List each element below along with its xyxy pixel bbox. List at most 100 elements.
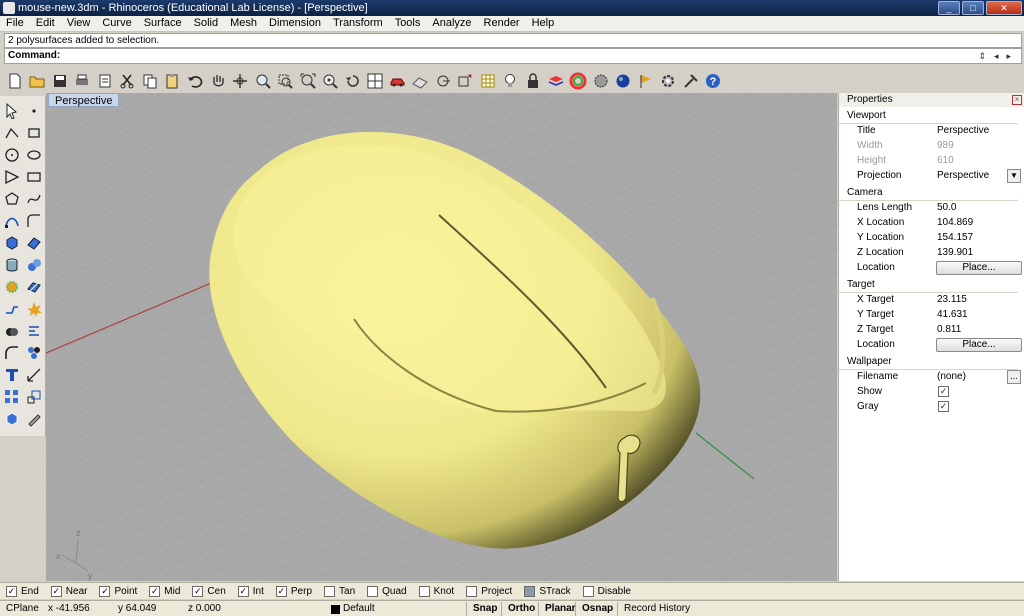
osnap-checkbox[interactable] — [466, 585, 478, 597]
analyze-icon[interactable] — [23, 408, 45, 429]
perspective-viewport[interactable]: z x y Perspective — [46, 93, 837, 581]
dimension-icon[interactable] — [23, 364, 45, 385]
extrude-surface-icon[interactable] — [23, 276, 45, 297]
blend-icon[interactable] — [1, 298, 23, 319]
menu-mesh[interactable]: Mesh — [224, 16, 263, 31]
cylinder-icon[interactable] — [1, 254, 23, 275]
osnap-point[interactable]: ✓ Point — [99, 585, 137, 597]
minimize-button[interactable]: _ — [938, 1, 960, 15]
render-sphere-icon[interactable] — [612, 70, 634, 92]
menu-solid[interactable]: Solid — [188, 16, 224, 31]
car-icon[interactable] — [387, 70, 409, 92]
ortho-toggle[interactable]: Ortho — [501, 602, 541, 616]
lock-icon[interactable] — [522, 70, 544, 92]
array-icon[interactable] — [1, 386, 23, 407]
camera-icon[interactable] — [432, 70, 454, 92]
target-place-button[interactable]: Place... — [936, 338, 1022, 352]
paste-icon[interactable] — [162, 70, 184, 92]
circle-icon[interactable] — [1, 144, 23, 165]
cplane-label[interactable]: CPlane — [6, 603, 39, 614]
osnap-near[interactable]: ✓ Near — [50, 585, 87, 597]
options-gear-icon[interactable] — [657, 70, 679, 92]
snap-grid-icon[interactable] — [477, 70, 499, 92]
named-views-icon[interactable] — [410, 70, 432, 92]
osnap-checkbox[interactable] — [582, 585, 594, 597]
ellipse-icon[interactable] — [23, 144, 45, 165]
osnap-checkbox[interactable]: ✓ — [99, 585, 111, 597]
menu-file[interactable]: File — [0, 16, 30, 31]
osnap-checkbox[interactable] — [367, 585, 379, 597]
record-history-toggle[interactable]: Record History — [617, 602, 696, 616]
menu-analyze[interactable]: Analyze — [426, 16, 477, 31]
rotate-view-icon[interactable] — [229, 70, 251, 92]
osnap-checkbox[interactable]: ✓ — [149, 585, 161, 597]
lens-length-field[interactable]: 50.0 — [937, 202, 956, 213]
color-wheel-icon[interactable] — [567, 70, 589, 92]
mesh-box-icon[interactable] — [1, 408, 23, 429]
x-location-field[interactable]: 104.869 — [937, 217, 973, 228]
osnap-strack[interactable]: STrack — [524, 585, 571, 597]
menu-view[interactable]: View — [61, 16, 97, 31]
open-folder-icon[interactable] — [27, 70, 49, 92]
menu-transform[interactable]: Transform — [327, 16, 389, 31]
sphere-group-icon[interactable] — [23, 254, 45, 275]
menu-tools[interactable]: Tools — [389, 16, 427, 31]
osnap-checkbox[interactable]: ✓ — [192, 585, 204, 597]
print-icon[interactable] — [72, 70, 94, 92]
menu-edit[interactable]: Edit — [30, 16, 61, 31]
box-solid-icon[interactable] — [1, 232, 23, 253]
osnap-perp[interactable]: ✓ Perp — [275, 585, 312, 597]
osnap-checkbox[interactable]: ✓ — [50, 585, 62, 597]
undo-icon[interactable] — [184, 70, 206, 92]
viewport-title-tab[interactable]: Perspective — [48, 93, 120, 107]
osnap-cen[interactable]: ✓ Cen — [192, 585, 226, 597]
scale-icon[interactable] — [23, 386, 45, 407]
zoom-icon[interactable] — [252, 70, 274, 92]
freeform-curve-icon[interactable] — [23, 188, 45, 209]
osnap-project[interactable]: Project — [466, 585, 512, 597]
gear-solid-icon[interactable] — [1, 276, 23, 297]
camera-place-button[interactable]: Place... — [936, 261, 1022, 275]
y-target-field[interactable]: 41.631 — [937, 309, 968, 320]
osnap-checkbox[interactable] — [324, 585, 336, 597]
new-file-icon[interactable] — [4, 70, 26, 92]
x-target-field[interactable]: 23.115 — [937, 294, 967, 305]
osnap-checkbox[interactable] — [524, 585, 536, 597]
split-icon[interactable] — [23, 320, 45, 341]
osnap-knot[interactable]: Knot — [418, 585, 454, 597]
wallpaper-gray-checkbox[interactable]: ✓ — [938, 401, 949, 412]
zoom-window-icon[interactable] — [274, 70, 296, 92]
cplane-icon[interactable] — [455, 70, 477, 92]
projection-select[interactable]: Perspective — [937, 170, 989, 181]
curve-edit-icon[interactable] — [1, 210, 23, 231]
menu-render[interactable]: Render — [478, 16, 526, 31]
browse-wallpaper-button[interactable]: ... — [1007, 370, 1021, 384]
boolean-union-icon[interactable] — [1, 320, 23, 341]
select-arrow-icon[interactable] — [1, 100, 23, 121]
prop-value-title[interactable]: Perspective — [937, 125, 989, 136]
zoom-selected-icon[interactable] — [319, 70, 341, 92]
arc-icon[interactable] — [1, 166, 23, 187]
tools-icon[interactable] — [680, 70, 702, 92]
osnap-disable[interactable]: Disable — [582, 585, 631, 597]
osnap-checkbox[interactable] — [418, 585, 430, 597]
four-viewports-icon[interactable] — [365, 70, 387, 92]
help-icon[interactable]: ? — [702, 70, 724, 92]
text-object-icon[interactable] — [1, 364, 23, 385]
osnap-checkbox[interactable]: ✓ — [275, 585, 287, 597]
polygon-icon[interactable] — [1, 188, 23, 209]
history-scroll-arrows[interactable]: ⇕◂▸ — [978, 49, 1019, 63]
shaded-display-icon[interactable] — [590, 70, 612, 92]
close-panel-icon[interactable]: × — [1012, 95, 1022, 105]
layers-icon[interactable] — [545, 70, 567, 92]
copy-icon[interactable] — [139, 70, 161, 92]
explode-icon[interactable] — [23, 298, 45, 319]
menu-curve[interactable]: Curve — [96, 16, 137, 31]
wallpaper-show-checkbox[interactable]: ✓ — [938, 386, 949, 397]
menu-help[interactable]: Help — [526, 16, 561, 31]
close-button[interactable]: ✕ — [986, 1, 1022, 15]
menu-surface[interactable]: Surface — [138, 16, 188, 31]
z-location-field[interactable]: 139.901 — [937, 247, 973, 258]
offset-curve-icon[interactable] — [23, 210, 45, 231]
osnap-quad[interactable]: Quad — [367, 585, 407, 597]
